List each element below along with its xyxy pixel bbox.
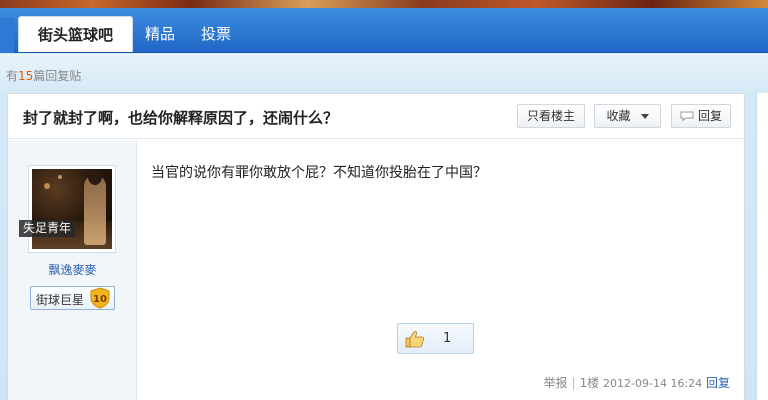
- favorite-button[interactable]: 收藏: [594, 104, 661, 128]
- report-link[interactable]: 举报: [544, 376, 568, 390]
- post-reply-link[interactable]: 回复: [706, 376, 730, 390]
- header-banner: [0, 0, 768, 8]
- only-op-button[interactable]: 只看楼主: [517, 104, 585, 128]
- tab-forum-home[interactable]: 街头篮球吧: [18, 16, 133, 52]
- post-footer: 举报 | 1楼 2012-09-14 16:24 回复: [543, 376, 731, 390]
- forum-navbar: 街头篮球吧 精品 投票: [0, 8, 768, 53]
- navbar-edge: [0, 18, 14, 53]
- author-panel: 失足青年 飘逸麥麥 街球巨星 10: [8, 140, 137, 400]
- like-button[interactable]: 1: [397, 323, 474, 354]
- post-card: 封了就封了啊，也给你解释原因了，还闹什么？ 只看楼主 收藏 回复 失足青年 飘逸…: [7, 93, 745, 400]
- avatar[interactable]: [28, 165, 116, 253]
- reply-count-number: 15: [18, 69, 34, 83]
- thread-title: 封了就封了啊，也给你解释原因了，还闹什么？: [23, 109, 339, 127]
- floor-number: 1楼: [579, 376, 600, 390]
- level-number: 10: [93, 294, 107, 305]
- reply-button[interactable]: 回复: [671, 104, 731, 128]
- reply-count: 有15篇回复贴: [6, 69, 82, 83]
- post-time: 2012-09-14 16:24: [603, 377, 703, 390]
- like-count: 1: [443, 331, 452, 346]
- signature-tag: 失足青年: [19, 220, 76, 237]
- post-content: 当官的说你有罪你敢放个屁？不知道你投胎在了中国？: [151, 165, 487, 181]
- username-link[interactable]: 飘逸麥麥: [8, 261, 137, 278]
- level-name: 街球巨星: [36, 293, 85, 307]
- right-panel-edge: [756, 93, 768, 400]
- thread-header: 封了就封了啊，也给你解释原因了，还闹什么？ 只看楼主 收藏 回复: [8, 94, 744, 139]
- chevron-down-icon: [640, 114, 649, 119]
- tab-featured[interactable]: 精品: [136, 16, 184, 52]
- thumbs-up-icon: [405, 331, 425, 348]
- comment-icon: [680, 111, 694, 121]
- level-badge[interactable]: 街球巨星 10: [30, 286, 115, 310]
- tab-vote[interactable]: 投票: [192, 16, 240, 52]
- level-shield-icon: 10: [90, 287, 110, 309]
- avatar-image: [32, 169, 112, 249]
